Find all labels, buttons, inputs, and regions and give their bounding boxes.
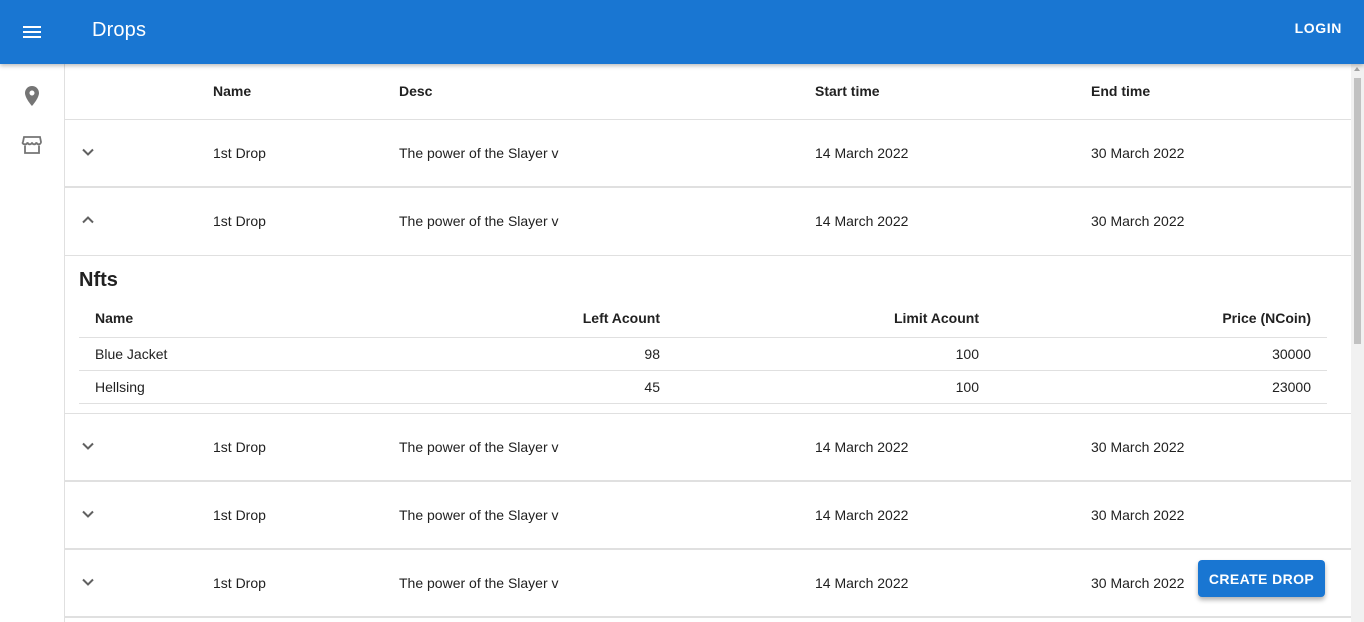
- page-title: Drops: [92, 19, 147, 41]
- table-row: 1st Drop The power of the Slayer v 14 Ma…: [65, 482, 1351, 550]
- drops-table: Name Desc Start time End time 1st Drop T…: [65, 64, 1351, 622]
- row-desc: The power of the Slayer v: [399, 213, 559, 229]
- table-row: 1st Drop The power of the Slayer v 14 Ma…: [65, 414, 1351, 482]
- collapse-row-button[interactable]: [78, 210, 98, 230]
- header-end-time[interactable]: End time: [1091, 83, 1150, 99]
- nft-limit-acount: 100: [955, 346, 979, 362]
- menu-icon: [23, 26, 41, 38]
- row-start-time: 14 March 2022: [815, 575, 909, 591]
- app-bar: Drops LOGIN: [0, 0, 1364, 64]
- scroll-up-arrow-icon[interactable]: [1354, 67, 1360, 71]
- chevron-down-icon: [82, 510, 94, 518]
- row-desc: The power of the Slayer v: [399, 507, 559, 523]
- row-end-time: 30 March 2022: [1091, 213, 1185, 229]
- nft-name: Hellsing: [95, 379, 145, 395]
- nfts-row: Blue Jacket 98 100 30000: [79, 338, 1327, 371]
- expand-row-button[interactable]: [78, 504, 98, 524]
- nft-price: 23000: [1272, 379, 1311, 395]
- row-start-time: 14 March 2022: [815, 213, 909, 229]
- menu-button[interactable]: [12, 12, 52, 52]
- create-drop-button[interactable]: CREATE DROP: [1198, 560, 1325, 597]
- chevron-down-icon: [82, 148, 94, 156]
- nft-left-acount: 98: [644, 346, 660, 362]
- row-start-time: 14 March 2022: [815, 439, 909, 455]
- row-end-time: 30 March 2022: [1091, 145, 1185, 161]
- header-name[interactable]: Name: [213, 83, 251, 99]
- row-start-time: 14 March 2022: [815, 507, 909, 523]
- chevron-down-icon: [82, 442, 94, 450]
- vertical-scrollbar[interactable]: [1351, 64, 1364, 622]
- table-row: 1st Drop The power of the Slayer v 14 Ma…: [65, 120, 1351, 188]
- row-name: 1st Drop: [213, 507, 266, 523]
- expand-row-button[interactable]: [78, 436, 98, 456]
- table-row: 1st Drop The power of the Slayer v 14 Ma…: [65, 550, 1351, 618]
- row-end-time: 30 March 2022: [1091, 575, 1185, 591]
- header-desc[interactable]: Desc: [399, 83, 432, 99]
- table-row: 1st Drop The power of the Slayer v 14 Ma…: [65, 188, 1351, 256]
- row-name: 1st Drop: [213, 439, 266, 455]
- row-start-time: 14 March 2022: [815, 145, 909, 161]
- scrollbar-thumb[interactable]: [1354, 78, 1361, 344]
- nfts-row: Hellsing 45 100 23000: [79, 371, 1327, 404]
- nfts-title: Nfts: [79, 269, 118, 291]
- row-name: 1st Drop: [213, 145, 266, 161]
- nft-left-acount: 45: [644, 379, 660, 395]
- expand-row-button[interactable]: [78, 572, 98, 592]
- nfts-detail-panel: Nfts Name Left Acount Limit Acount Price…: [65, 255, 1351, 414]
- row-desc: The power of the Slayer v: [399, 439, 559, 455]
- row-desc: The power of the Slayer v: [399, 145, 559, 161]
- chevron-up-icon: [82, 216, 94, 224]
- nfts-table-header: Name Left Acount Limit Acount Price (NCo…: [79, 301, 1327, 338]
- nfts-header-left-acount: Left Acount: [582, 310, 660, 326]
- nfts-header-limit-acount: Limit Acount: [893, 310, 979, 326]
- row-name: 1st Drop: [213, 575, 266, 591]
- store-icon[interactable]: [20, 133, 44, 157]
- expand-row-button[interactable]: [78, 142, 98, 162]
- nft-price: 30000: [1272, 346, 1311, 362]
- nft-limit-acount: 100: [955, 379, 979, 395]
- sidebar: [0, 64, 65, 622]
- chevron-down-icon: [82, 578, 94, 586]
- row-desc: The power of the Slayer v: [399, 575, 559, 591]
- nfts-header-price: Price (NCoin): [1222, 310, 1311, 326]
- row-end-time: 30 March 2022: [1091, 439, 1185, 455]
- nfts-header-name: Name: [95, 310, 134, 326]
- login-button[interactable]: LOGIN: [1295, 20, 1342, 36]
- location-pin-icon[interactable]: [20, 84, 44, 108]
- header-start-time[interactable]: Start time: [815, 83, 880, 99]
- row-end-time: 30 March 2022: [1091, 507, 1185, 523]
- table-header: Name Desc Start time End time: [65, 64, 1351, 120]
- row-name: 1st Drop: [213, 213, 266, 229]
- nft-name: Blue Jacket: [95, 346, 168, 362]
